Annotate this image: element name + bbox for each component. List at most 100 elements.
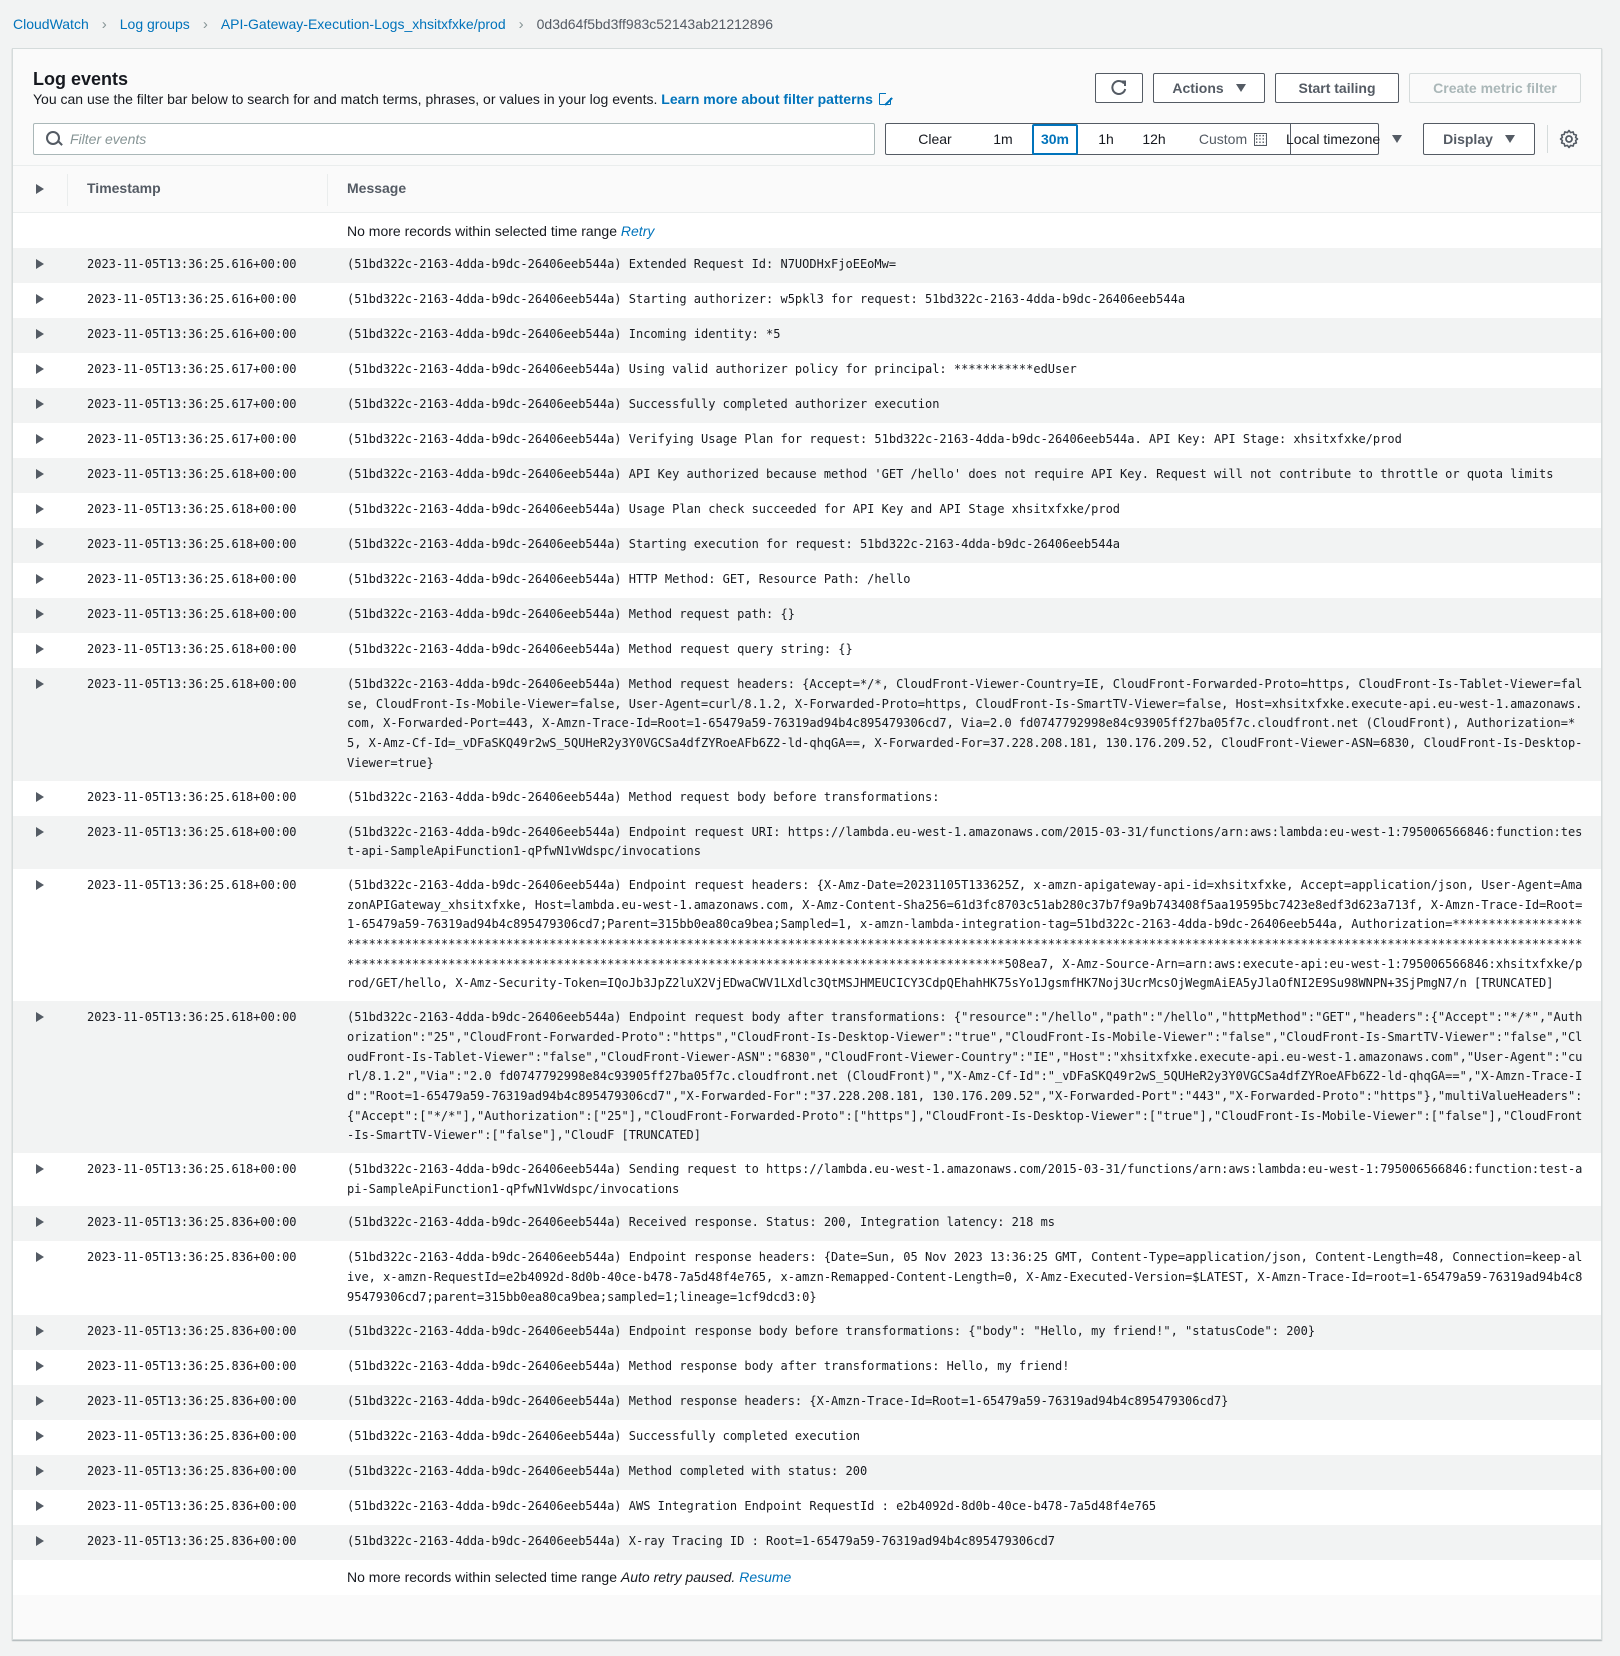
table-row[interactable]: 2023-11-05T13:36:25.836+00:00 (51bd322c-2…	[13, 1489, 1601, 1525]
learn-more-link[interactable]: Learn more about filter patterns	[661, 91, 893, 107]
breadcrumb-log-groups[interactable]: Log groups	[120, 16, 190, 32]
row-timestamp: 2023-11-05T13:36:25.618+00:00	[87, 467, 297, 481]
expand-row-icon[interactable]	[36, 791, 44, 802]
expand-row-icon[interactable]	[36, 1500, 44, 1511]
table-row[interactable]: 2023-11-05T13:36:25.618+00:00 (51bd322c-2…	[13, 780, 1601, 816]
table-row[interactable]: 2023-11-05T13:36:25.618+00:00 (51bd322c-2…	[13, 458, 1601, 493]
column-timestamp-label: Timestamp	[87, 180, 161, 196]
table-row[interactable]: 2023-11-05T13:36:25.617+00:00 (51bd322c-2…	[13, 353, 1601, 388]
table-row[interactable]: 2023-11-05T13:36:25.618+00:00 (51bd322c-2…	[13, 598, 1601, 633]
table-row[interactable]: 2023-11-05T13:36:25.618+00:00 (51bd322c-2…	[13, 668, 1601, 781]
actions-button[interactable]: Actions	[1153, 73, 1265, 103]
expand-row-icon[interactable]	[36, 574, 44, 584]
column-message-label: Message	[347, 180, 407, 196]
expand-row-icon[interactable]	[36, 259, 44, 269]
table-row[interactable]: 2023-11-05T13:36:25.836+00:00 (51bd322c-2…	[13, 1349, 1601, 1385]
table-row[interactable]: 2023-11-05T13:36:25.836+00:00 (51bd322c-2…	[13, 1206, 1601, 1242]
range-12h[interactable]: 12h	[1134, 124, 1174, 154]
table-row[interactable]: 2023-11-05T13:36:25.618+00:00 (51bd322c-2…	[13, 868, 1601, 1002]
expand-row-icon[interactable]	[36, 1535, 44, 1546]
table-row[interactable]: 2023-11-05T13:36:25.616+00:00 (51bd322c-2…	[13, 318, 1601, 353]
start-tailing-button[interactable]: Start tailing	[1275, 73, 1399, 103]
range-1h[interactable]: 1h	[1078, 124, 1134, 154]
top-status-text: No more records within selected time ran…	[347, 222, 618, 239]
range-clear[interactable]: Clear	[886, 124, 984, 154]
expand-row-icon[interactable]	[36, 879, 44, 890]
caret-down-icon	[1392, 135, 1403, 143]
table-row[interactable]: 2023-11-05T13:36:25.617+00:00 (51bd322c-2…	[13, 388, 1601, 423]
refresh-button[interactable]	[1095, 73, 1143, 103]
row-message: (51bd322c-2163-4dda-b9dc-26406eeb544a) E…	[347, 1010, 1583, 1143]
expand-row-icon[interactable]	[36, 364, 44, 374]
table-row[interactable]: 2023-11-05T13:36:25.616+00:00 (51bd322c-2…	[13, 283, 1601, 318]
expand-row-icon[interactable]	[36, 1217, 44, 1228]
row-timestamp: 2023-11-05T13:36:25.836+00:00	[87, 1323, 297, 1338]
expand-row-icon[interactable]	[36, 469, 44, 479]
range-custom[interactable]: Custom	[1174, 124, 1282, 154]
range-1m[interactable]: 1m	[984, 124, 1022, 154]
table-row[interactable]: 2023-11-05T13:36:25.836+00:00 (51bd322c-2…	[13, 1314, 1601, 1350]
row-timestamp: 2023-11-05T13:36:25.616+00:00	[87, 327, 297, 341]
search-icon	[40, 124, 70, 154]
gear-icon[interactable]	[1559, 129, 1579, 149]
expand-row-icon[interactable]	[36, 399, 44, 409]
table-row[interactable]: 2023-11-05T13:36:25.618+00:00 (51bd322c-2…	[13, 1001, 1601, 1154]
expand-row-icon[interactable]	[36, 294, 44, 304]
top-status-row: No more records within selected time ran…	[13, 213, 1601, 248]
expand-row-icon[interactable]	[36, 1012, 44, 1023]
display-button[interactable]: Display	[1423, 123, 1535, 155]
table-row[interactable]: 2023-11-05T13:36:25.618+00:00 (51bd322c-2…	[13, 1153, 1601, 1207]
expand-row-icon[interactable]	[36, 329, 44, 339]
expand-row-icon[interactable]	[36, 679, 44, 689]
row-message: (51bd322c-2163-4dda-b9dc-26406eeb544a) H…	[347, 572, 911, 586]
row-message: (51bd322c-2163-4dda-b9dc-26406eeb544a) M…	[347, 1358, 1070, 1373]
expand-row-icon[interactable]	[36, 1252, 44, 1263]
row-timestamp: 2023-11-05T13:36:25.618+00:00	[87, 1010, 297, 1025]
table-row[interactable]: 2023-11-05T13:36:25.616+00:00 (51bd322c-2…	[13, 248, 1601, 283]
create-metric-filter-button[interactable]: Create metric filter	[1409, 73, 1581, 103]
row-timestamp: 2023-11-05T13:36:25.836+00:00	[87, 1463, 297, 1478]
table-row[interactable]: 2023-11-05T13:36:25.618+00:00 (51bd322c-2…	[13, 815, 1601, 869]
expand-row-icon[interactable]	[36, 504, 44, 514]
table-row[interactable]: 2023-11-05T13:36:25.618+00:00 (51bd322c-2…	[13, 633, 1601, 668]
table-row[interactable]: 2023-11-05T13:36:25.836+00:00 (51bd322c-2…	[13, 1524, 1601, 1560]
timezone-select[interactable]: Local timezone	[1278, 123, 1414, 155]
expand-row-icon[interactable]	[36, 539, 44, 549]
row-message: (51bd322c-2163-4dda-b9dc-26406eeb544a) M…	[347, 677, 1583, 770]
expand-row-icon[interactable]	[36, 1360, 44, 1371]
expand-all-icon[interactable]	[36, 184, 44, 194]
table-row[interactable]: 2023-11-05T13:36:25.836+00:00 (51bd322c-2…	[13, 1454, 1601, 1490]
expand-row-icon[interactable]	[36, 1325, 44, 1336]
resume-link[interactable]: Resume	[739, 1569, 791, 1585]
row-message: (51bd322c-2163-4dda-b9dc-26406eeb544a) A…	[347, 1498, 1157, 1513]
table-row[interactable]: 2023-11-05T13:36:25.836+00:00 (51bd322c-2…	[13, 1419, 1601, 1455]
table-row[interactable]: 2023-11-05T13:36:25.618+00:00 (51bd322c-2…	[13, 563, 1601, 598]
table-row[interactable]: 2023-11-05T13:36:25.618+00:00 (51bd322c-2…	[13, 493, 1601, 528]
row-timestamp: 2023-11-05T13:36:25.836+00:00	[87, 1358, 297, 1373]
table-row[interactable]: 2023-11-05T13:36:25.618+00:00 (51bd322c-2…	[13, 528, 1601, 563]
expand-row-icon[interactable]	[36, 609, 44, 619]
row-timestamp: 2023-11-05T13:36:25.618+00:00	[87, 789, 297, 804]
expand-row-icon[interactable]	[36, 826, 44, 837]
table-row[interactable]: 2023-11-05T13:36:25.617+00:00 (51bd322c-2…	[13, 423, 1601, 458]
row-timestamp: 2023-11-05T13:36:25.836+00:00	[87, 1533, 297, 1548]
column-message: Message	[327, 174, 1601, 206]
range-30m[interactable]: 30m	[1032, 123, 1078, 155]
expand-row-icon[interactable]	[36, 1395, 44, 1406]
expand-row-icon[interactable]	[36, 1430, 44, 1441]
breadcrumb-log-group[interactable]: API-Gateway-Execution-Logs_xhsitxfxke/pr…	[221, 16, 506, 32]
table-row[interactable]: 2023-11-05T13:36:25.836+00:00 (51bd322c-2…	[13, 1241, 1601, 1315]
filter-events-field	[33, 123, 875, 155]
table-row[interactable]: 2023-11-05T13:36:25.836+00:00 (51bd322c-2…	[13, 1384, 1601, 1420]
breadcrumb-cloudwatch[interactable]: CloudWatch	[13, 16, 89, 32]
expand-row-icon[interactable]	[36, 644, 44, 654]
row-timestamp: 2023-11-05T13:36:25.836+00:00	[87, 1428, 297, 1443]
expand-row-icon[interactable]	[36, 1164, 44, 1175]
expand-row-icon[interactable]	[36, 1465, 44, 1476]
expand-row-icon[interactable]	[36, 434, 44, 444]
retry-link[interactable]: Retry	[621, 223, 654, 239]
filter-events-input[interactable]	[70, 131, 874, 147]
row-timestamp: 2023-11-05T13:36:25.618+00:00	[87, 877, 297, 892]
row-timestamp: 2023-11-05T13:36:25.618+00:00	[87, 677, 297, 691]
breadcrumb: CloudWatch › Log groups › API-Gateway-Ex…	[13, 13, 773, 35]
